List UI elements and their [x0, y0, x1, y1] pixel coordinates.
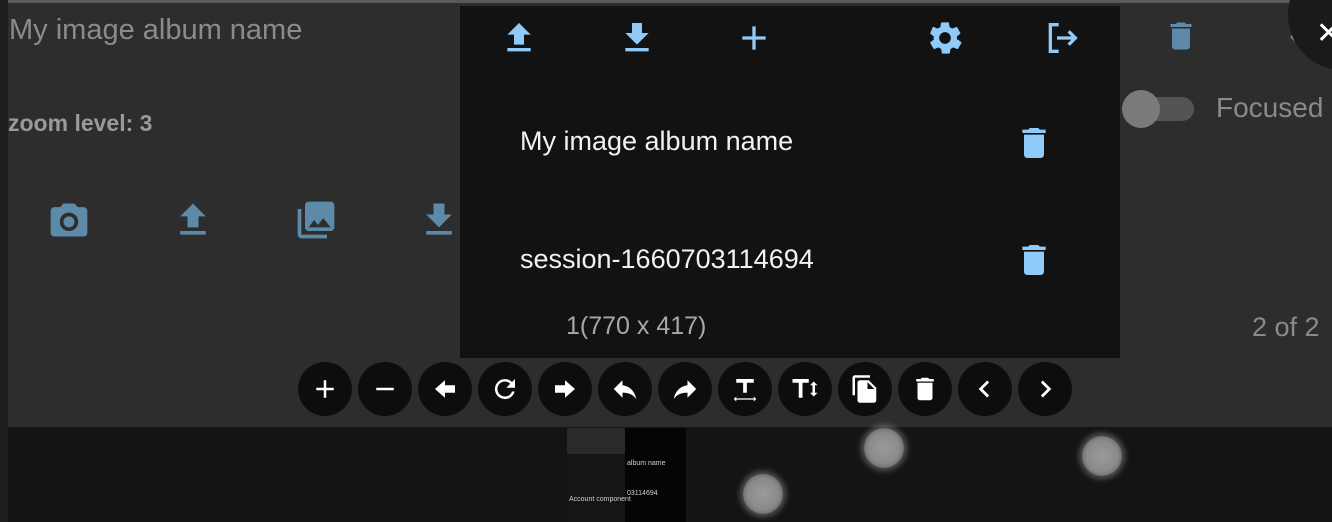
- page-indicator: 2 of 2: [1252, 312, 1320, 342]
- thumbnail-text: Account component: [569, 496, 631, 503]
- album-dropdown-menu: My image album name session-166070311469…: [460, 6, 1120, 358]
- redo-button[interactable]: [658, 362, 712, 416]
- settings-icon[interactable]: [925, 18, 965, 58]
- camera-icon[interactable]: [47, 198, 91, 242]
- download-icon[interactable]: [417, 198, 461, 242]
- delete-icon[interactable]: [1014, 240, 1054, 280]
- photo-library-icon[interactable]: [294, 198, 338, 242]
- focused-toggle[interactable]: [1122, 90, 1194, 128]
- move-left-icon: [435, 380, 455, 398]
- move-left-button[interactable]: [418, 362, 472, 416]
- upload-icon[interactable]: [499, 18, 539, 58]
- add-icon[interactable]: [734, 18, 774, 58]
- album-title-input[interactable]: My image album name: [9, 14, 302, 47]
- delete-icon[interactable]: [1163, 16, 1199, 56]
- touch-indicator: [864, 428, 904, 468]
- delete-icon[interactable]: [1014, 123, 1054, 163]
- delete-button[interactable]: [898, 362, 952, 416]
- zoom-in-icon: [316, 380, 334, 398]
- thumbnail-panel: [567, 454, 625, 522]
- text-height-icon: [792, 379, 818, 398]
- thumbnail-text: 03114694: [627, 490, 658, 497]
- previous-icon: [978, 380, 990, 398]
- logout-icon[interactable]: [1042, 18, 1082, 58]
- move-right-button[interactable]: [538, 362, 592, 416]
- redo-icon: [673, 380, 697, 399]
- zoom-level-label: zoom level: 3: [8, 110, 153, 136]
- album-list-item[interactable]: session-1660703114694: [520, 244, 814, 275]
- toggle-thumb: [1122, 90, 1160, 128]
- touch-indicator: [743, 474, 783, 514]
- next-button[interactable]: [1018, 362, 1072, 416]
- thumbnail-header: [567, 428, 625, 454]
- rotate-button[interactable]: [478, 362, 532, 416]
- focused-label: Focused: [1216, 92, 1324, 123]
- text-width-button[interactable]: [718, 362, 772, 416]
- next-icon: [1040, 380, 1052, 398]
- text-width-icon: [733, 379, 757, 402]
- left-border: [0, 0, 8, 522]
- thumbnail-text: album name: [627, 460, 666, 467]
- album-list-item[interactable]: My image album name: [520, 126, 793, 157]
- close-icon[interactable]: ✕: [1316, 16, 1332, 51]
- zoom-out-icon: [376, 387, 394, 391]
- thumbnail-menu: [625, 428, 686, 522]
- rotate-icon: [494, 379, 515, 400]
- move-right-icon: [555, 380, 575, 398]
- image-count-info: 1(770 x 417): [566, 312, 707, 340]
- text-height-button[interactable]: [778, 362, 832, 416]
- zoom-in-button[interactable]: [298, 362, 352, 416]
- page-thumbnail[interactable]: album name Account component 03114694: [567, 428, 686, 522]
- download-icon[interactable]: [617, 18, 657, 58]
- copy-button[interactable]: [838, 362, 892, 416]
- undo-icon: [613, 380, 637, 399]
- undo-button[interactable]: [598, 362, 652, 416]
- touch-indicator: [1082, 436, 1122, 476]
- previous-button[interactable]: [958, 362, 1012, 416]
- upload-icon[interactable]: [171, 198, 215, 242]
- copy-icon: [852, 375, 877, 403]
- zoom-out-button[interactable]: [358, 362, 412, 416]
- delete-icon: [916, 377, 934, 401]
